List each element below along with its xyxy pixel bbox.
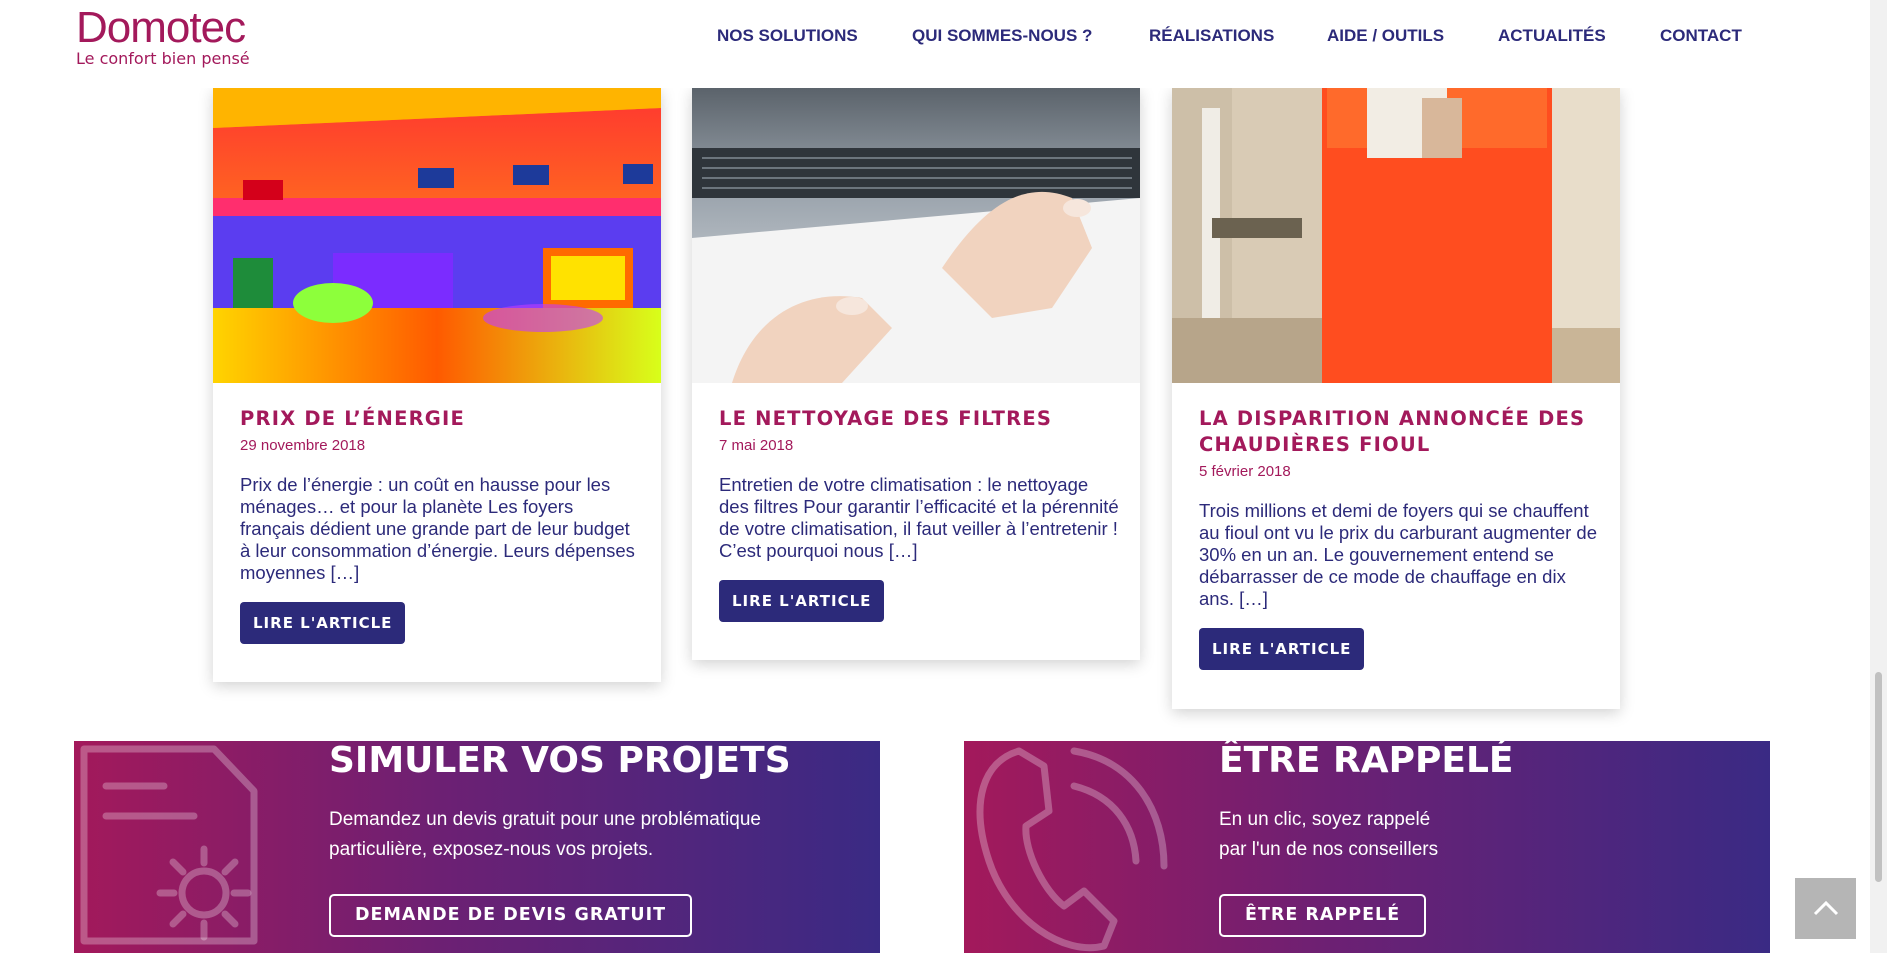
scroll-thumb[interactable] bbox=[1875, 672, 1882, 882]
thermal-house-image[interactable] bbox=[213, 88, 661, 383]
banner-text-line: En un clic, soyez rappelé bbox=[1219, 809, 1431, 830]
article-card: LE NETTOYAGE DES FILTRES 7 mai 2018 Entr… bbox=[692, 88, 1140, 660]
banner-text-line: par l'un de nos conseillers bbox=[1219, 839, 1439, 860]
nav-item-contact[interactable]: CONTACT bbox=[1660, 26, 1742, 46]
article-date: 7 mai 2018 bbox=[719, 437, 794, 454]
article-excerpt: Trois millions et demi de foyers qui se … bbox=[1199, 500, 1597, 609]
read-article-button[interactable]: LIRE L'ARTICLE bbox=[1199, 628, 1365, 670]
article-excerpt: Entretien de votre climatisation : le ne… bbox=[719, 474, 1119, 561]
chevron-up-icon bbox=[1813, 900, 1839, 916]
nav-item-news[interactable]: ACTUALITÉS bbox=[1498, 26, 1606, 46]
document-gear-icon bbox=[80, 745, 258, 945]
card-body: LA DISPARITION ANNONCÉE DES CHAUDIÈRES F… bbox=[1199, 406, 1599, 670]
article-card: LA DISPARITION ANNONCÉE DES CHAUDIÈRES F… bbox=[1172, 88, 1620, 709]
banner-text: En un clic, soyez rappelé par l'un de no… bbox=[1219, 805, 1699, 865]
article-title[interactable]: LE NETTOYAGE DES FILTRES bbox=[719, 406, 1119, 432]
article-date: 5 février 2018 bbox=[1199, 463, 1291, 480]
site-header: Domotec Le confort bien pensé NOS SOLUTI… bbox=[0, 0, 1870, 88]
banner-text: Demandez un devis gratuit pour une probl… bbox=[329, 809, 761, 860]
article-date: 29 novembre 2018 bbox=[240, 437, 366, 454]
oil-boiler-image[interactable] bbox=[1172, 88, 1620, 383]
simulate-projects-banner: SIMULER VOS PROJETS Demandez un devis gr… bbox=[74, 741, 880, 953]
nav-item-help-tools[interactable]: AIDE / OUTILS bbox=[1327, 26, 1444, 46]
read-article-button[interactable]: LIRE L'ARTICLE bbox=[719, 580, 885, 622]
nav-item-realisations[interactable]: RÉALISATIONS bbox=[1149, 26, 1274, 46]
card-body: LE NETTOYAGE DES FILTRES 7 mai 2018 Entr… bbox=[719, 406, 1119, 622]
back-to-top-button[interactable] bbox=[1795, 878, 1856, 939]
free-quote-button[interactable]: DEMANDE DE DEVIS GRATUIT bbox=[329, 894, 693, 937]
page-scrollbar[interactable] bbox=[1870, 0, 1887, 953]
card-body: PRIX DE L’ÉNERGIE 29 novembre 2018 Prix … bbox=[240, 406, 640, 644]
nav-item-solutions[interactable]: NOS SOLUTIONS bbox=[717, 26, 858, 46]
main-nav: NOS SOLUTIONS QUI SOMMES-NOUS ? RÉALISAT… bbox=[0, 26, 1870, 50]
callback-button[interactable]: ÊTRE RAPPELÉ bbox=[1219, 894, 1427, 937]
article-card: PRIX DE L’ÉNERGIE 29 novembre 2018 Prix … bbox=[213, 88, 661, 682]
read-article-button[interactable]: LIRE L'ARTICLE bbox=[240, 602, 406, 644]
banner-title: SIMULER VOS PROJETS bbox=[329, 741, 791, 781]
article-title[interactable]: PRIX DE L’ÉNERGIE bbox=[240, 406, 640, 432]
banner-title: ÊTRE RAPPELÉ bbox=[1219, 741, 1514, 781]
phone-icon bbox=[976, 747, 1168, 952]
ac-filter-cleaning-image[interactable] bbox=[692, 88, 1140, 383]
logo-tagline: Le confort bien pensé bbox=[76, 49, 250, 68]
article-title[interactable]: LA DISPARITION ANNONCÉE DES CHAUDIÈRES F… bbox=[1199, 406, 1599, 458]
nav-item-about[interactable]: QUI SOMMES-NOUS ? bbox=[912, 26, 1092, 46]
callback-banner: ÊTRE RAPPELÉ En un clic, soyez rappelé p… bbox=[964, 741, 1770, 953]
article-excerpt: Prix de l’énergie : un coût en hausse po… bbox=[240, 474, 635, 583]
